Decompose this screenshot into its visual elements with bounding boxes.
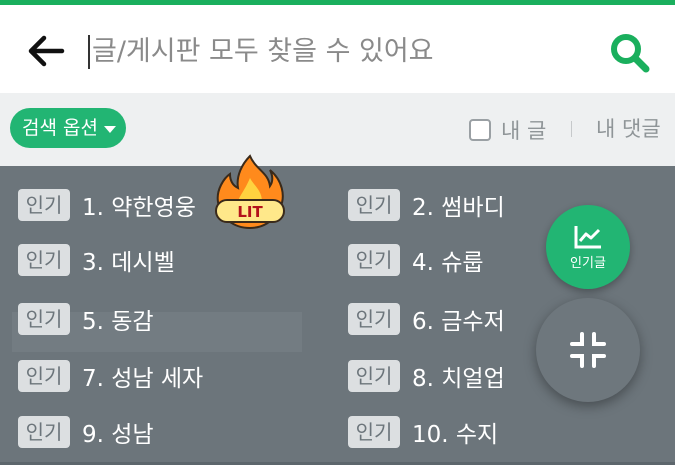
search-input[interactable] [92,29,572,73]
search-options-button[interactable]: 검색 옵션 [10,108,126,148]
fire-icon: LIT [215,154,285,230]
search-bar [0,5,675,93]
popular-keyword-item[interactable]: 인기 3. 데시벨 [18,243,175,277]
caret-down-icon [103,125,116,133]
chart-icon [574,225,601,248]
popular-badge: 인기 [348,189,400,221]
popular-keyword-item[interactable]: 인기 1. 약한영웅 [18,188,196,222]
popular-badge: 인기 [348,416,400,448]
hot-sticker-text: LIT [237,203,263,221]
my-post-filter[interactable]: 내 글 [469,115,546,145]
popular-keyword-item[interactable]: 인기 7. 성남 세자 [18,359,203,393]
popular-keyword-label: 8. 치얼업 [412,366,505,392]
my-post-checkbox[interactable] [469,119,491,141]
popular-posts-label: 인기글 [570,255,606,271]
popular-keyword-label: 7. 성남 세자 [82,366,204,392]
search-options-label: 검색 옵션 [22,117,98,139]
popular-badge: 인기 [18,360,70,392]
popular-keyword-label: 6. 금수저 [412,309,505,335]
collapse-button[interactable] [536,298,640,402]
search-button[interactable] [606,29,654,77]
popular-badge: 인기 [18,189,70,221]
popular-posts-fab[interactable]: 인기글 [546,205,630,289]
popular-keyword-label: 10. 수지 [412,422,499,448]
popular-keyword-label: 3. 데시벨 [82,250,175,276]
popular-keyword-item[interactable]: 인기 9. 성남 [18,415,154,449]
popular-badge: 인기 [18,416,70,448]
my-comment-filter[interactable]: 내 댓글 [596,113,661,143]
back-button[interactable] [24,29,68,73]
popular-badge: 인기 [18,303,70,335]
popular-keyword-item[interactable]: 인기 4. 슈룹 [348,243,484,277]
back-arrow-icon [28,35,65,67]
popular-badge: 인기 [348,244,400,276]
popular-keyword-item[interactable]: 인기 6. 금수저 [348,302,505,336]
text-caret [88,35,90,69]
popular-keyword-label: 5. 동감 [82,309,154,335]
popular-badge: 인기 [348,360,400,392]
popular-keyword-item[interactable]: 인기 2. 썸바디 [348,188,505,222]
popular-keyword-label: 4. 슈룹 [412,250,484,276]
popular-keyword-item[interactable]: 인기 5. 동감 [18,302,154,336]
popular-keyword-label: 9. 성남 [82,422,154,448]
search-options-row: 검색 옵션 내 글 내 댓글 [0,93,675,166]
popular-badge: 인기 [348,303,400,335]
popular-keyword-label: 2. 썸바디 [412,195,505,221]
collapse-icon [570,332,606,368]
search-icon [611,34,650,73]
popular-badge: 인기 [18,244,70,276]
popular-keyword-item[interactable]: 인기 8. 치얼업 [348,359,505,393]
my-post-label: 내 글 [501,119,547,143]
filter-divider [571,121,572,137]
popular-keyword-label: 1. 약한영웅 [82,195,196,221]
popular-keyword-item[interactable]: 인기 10. 수지 [348,415,498,449]
